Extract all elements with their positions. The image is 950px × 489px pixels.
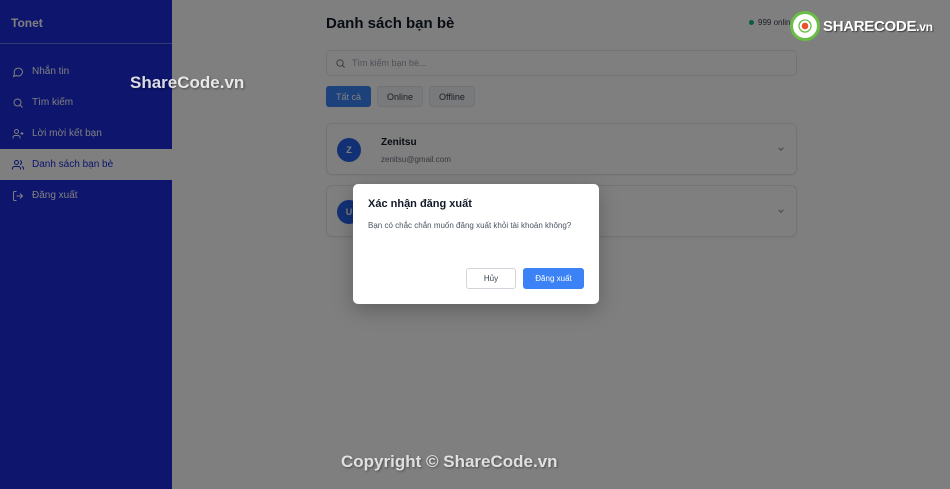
logo-suffix-text: .vn bbox=[916, 19, 933, 34]
watermark-top: ShareCode.vn bbox=[130, 73, 245, 92]
logo-text: SHARECODE.vn bbox=[823, 18, 933, 35]
cancel-button[interactable]: Hủy bbox=[466, 268, 516, 289]
dialog-message: Bạn có chắc chắn muốn đăng xuất khỏi tài… bbox=[368, 221, 572, 230]
logo-main-text: SHARECODE bbox=[823, 17, 917, 35]
logout-confirm-dialog: Xác nhận đăng xuất Bạn có chắc chắn muốn… bbox=[353, 184, 599, 304]
watermark-bottom: Copyright © ShareCode.vn bbox=[341, 452, 558, 471]
sharecode-logo: SHARECODE.vn bbox=[790, 8, 933, 44]
confirm-logout-button[interactable]: Đăng xuất bbox=[523, 268, 584, 289]
logo-icon bbox=[790, 11, 820, 41]
dialog-title: Xác nhận đăng xuất bbox=[368, 198, 472, 210]
